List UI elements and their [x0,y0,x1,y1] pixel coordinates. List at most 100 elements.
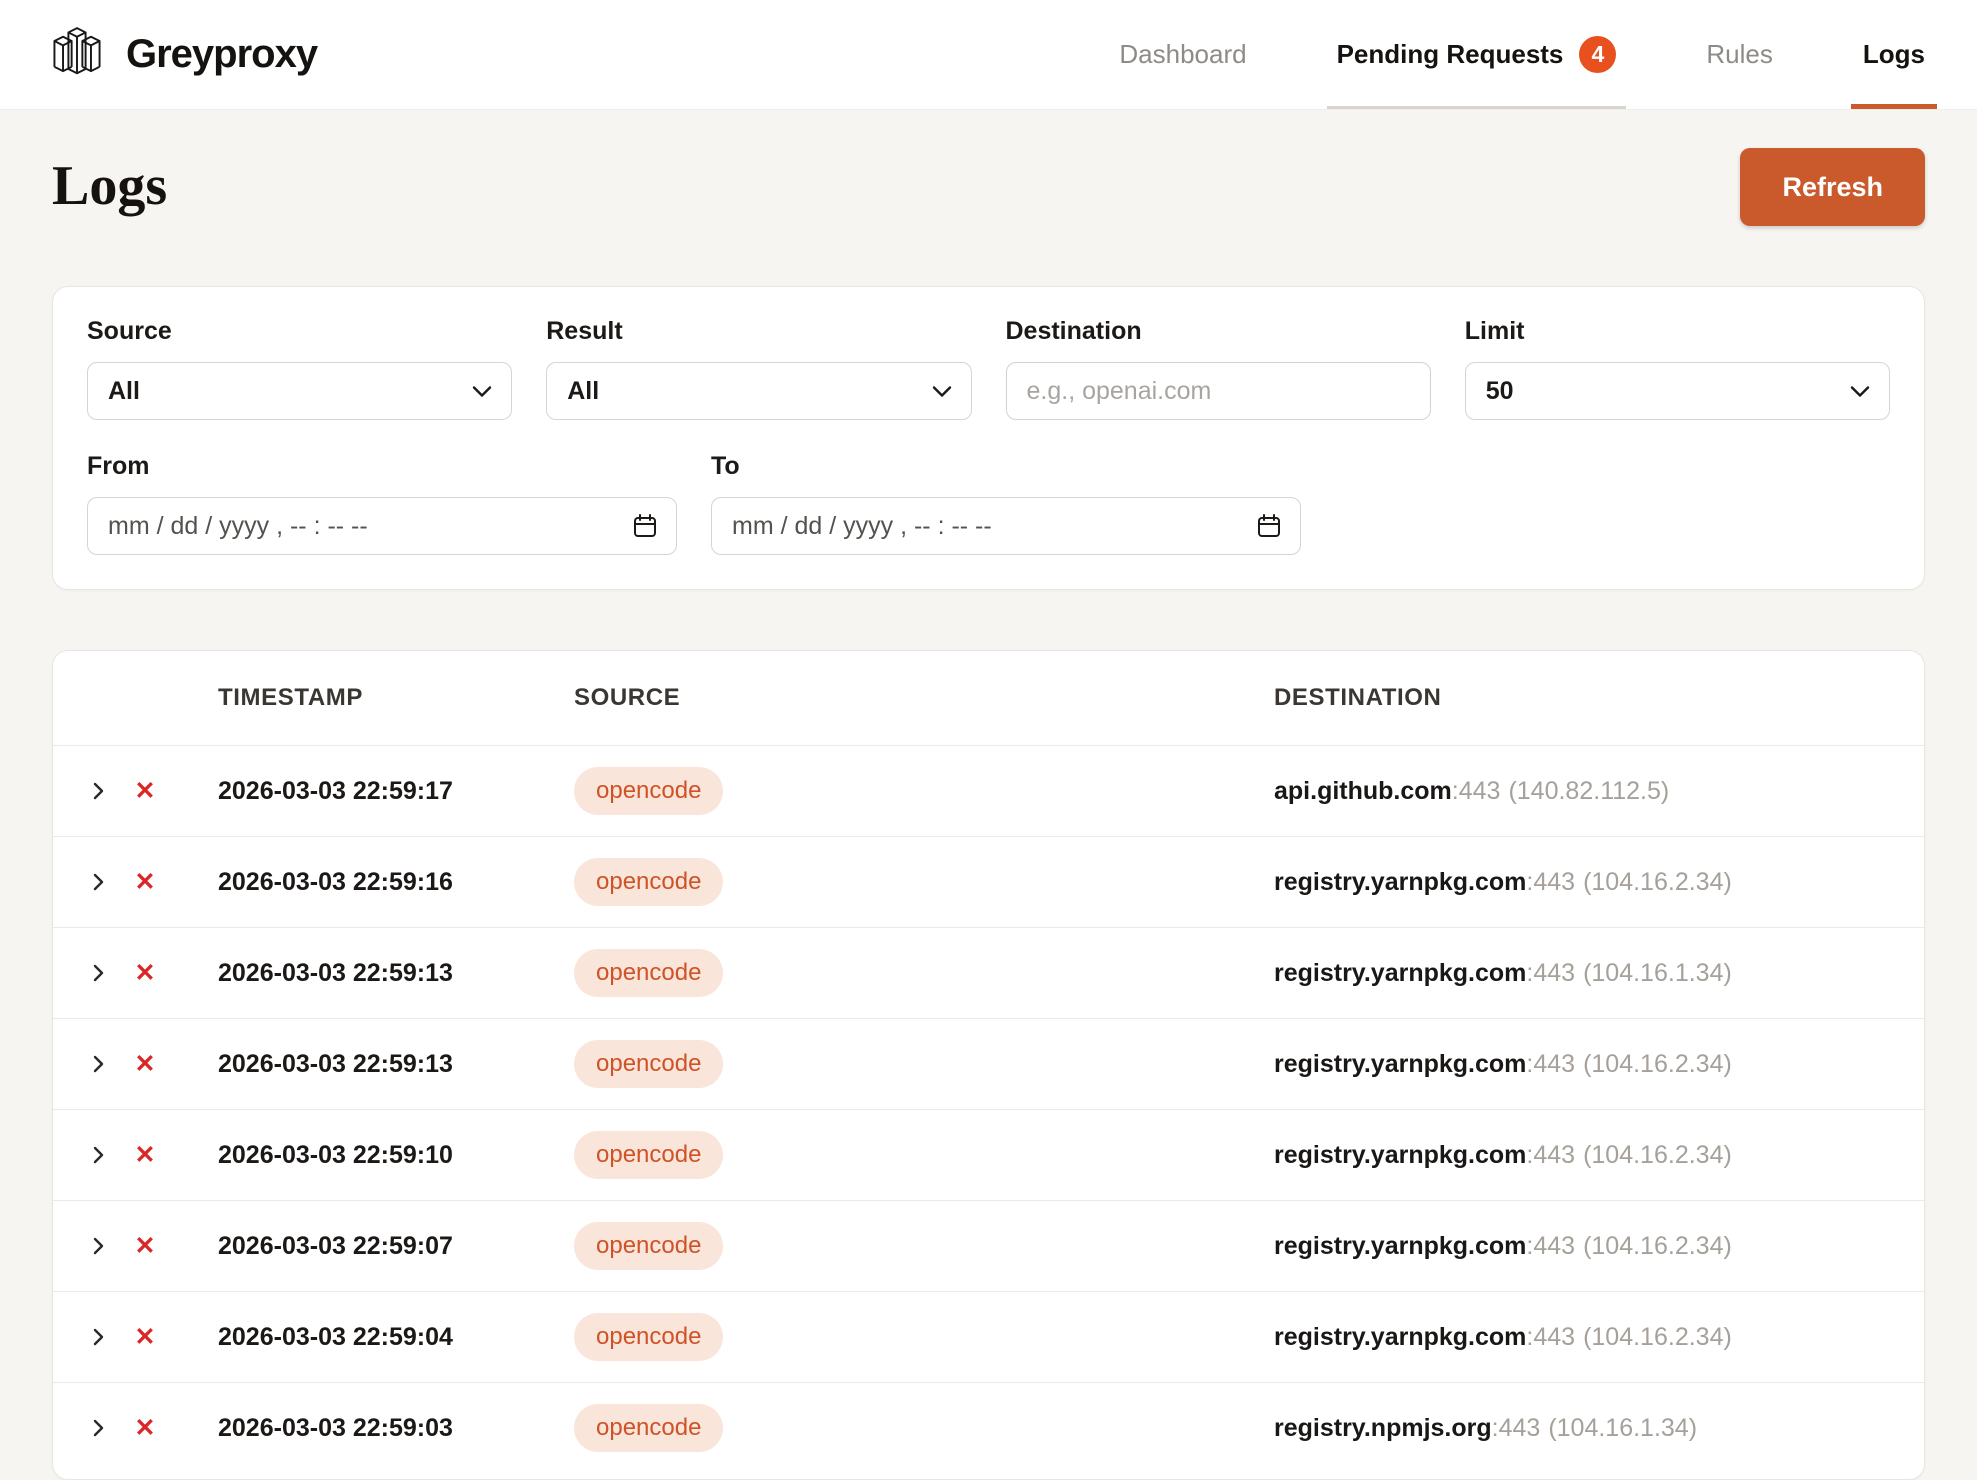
log-destination: registry.npmjs.org:443(104.16.1.34) [1274,1414,1924,1443]
delete-row-button[interactable]: ✕ [121,776,169,806]
table-row: ✕ 2026-03-03 22:59:10 opencode registry.… [53,1109,1924,1200]
main-nav: Dashboard Pending Requests 4 Rules Logs [1029,0,1925,109]
source-badge: opencode [574,1131,723,1179]
source-badge: opencode [574,1040,723,1088]
destination-ip: (140.82.112.5) [1508,777,1669,805]
nav-pending-requests[interactable]: Pending Requests 4 [1337,0,1617,109]
destination-ip: (104.16.2.34) [1583,1232,1732,1260]
log-timestamp: 2026-03-03 22:59:13 [169,959,574,988]
log-destination: registry.yarnpkg.com:443(104.16.2.34) [1274,1141,1924,1170]
from-datetime-input[interactable]: mm / dd / yyyy , -- : -- -- [87,497,677,555]
destination-ip: (104.16.2.34) [1583,1323,1732,1351]
delete-row-button[interactable]: ✕ [121,1413,169,1443]
destination-host: registry.npmjs.org [1274,1414,1492,1442]
filter-result: Result All [546,317,971,420]
log-destination: registry.yarnpkg.com:443 (104.16.2.34) [1274,1232,1924,1261]
destination-host: api.github.com [1274,777,1452,805]
calendar-icon [632,513,658,539]
nav-logs-label: Logs [1863,39,1925,70]
destination-port: :443 [1526,1141,1575,1169]
table-row: ✕ 2026-03-03 22:59:07 opencode registry.… [53,1200,1924,1291]
nav-dashboard-label: Dashboard [1119,39,1246,70]
log-timestamp: 2026-03-03 22:59:03 [169,1414,574,1443]
chevron-right-icon [87,1144,109,1166]
expand-row-button[interactable] [75,1144,121,1166]
refresh-button[interactable]: Refresh [1740,148,1925,226]
nav-pending-requests-label: Pending Requests [1337,39,1564,70]
expand-row-button[interactable] [75,1326,121,1348]
table-row: ✕ 2026-03-03 22:59:17 opencode api.githu… [53,745,1924,836]
destination-port: :443 [1452,777,1501,805]
limit-select[interactable]: 50 [1465,362,1890,420]
expand-row-button[interactable] [75,962,121,984]
delete-row-button[interactable]: ✕ [121,1231,169,1261]
filter-to: To mm / dd / yyyy , -- : -- -- [711,452,1301,555]
log-destination: registry.yarnpkg.com:443(104.16.2.34) [1274,868,1924,897]
limit-label: Limit [1465,317,1890,346]
destination-input[interactable] [1006,362,1431,420]
destination-ip: (104.16.2.34) [1583,868,1732,896]
destination-port: :443 [1526,959,1575,987]
result-label: Result [546,317,971,346]
log-timestamp: 2026-03-03 22:59:17 [169,777,574,806]
chevron-right-icon [87,780,109,802]
destination-ip: (104.16.2.34) [1583,1050,1732,1078]
destination-port: :443 [1492,1414,1541,1442]
brand-name: Greyproxy [126,32,317,77]
log-destination: registry.yarnpkg.com:443 (104.16.2.34) [1274,1050,1924,1079]
source-badge: opencode [574,1222,723,1270]
log-timestamp: 2026-03-03 22:59:07 [169,1232,574,1261]
source-label: Source [87,317,512,346]
destination-host: registry.yarnpkg.com [1274,1050,1526,1078]
expand-row-button[interactable] [75,1235,121,1257]
source-badge: opencode [574,1404,723,1452]
destination-host: registry.yarnpkg.com [1274,1141,1526,1169]
delete-row-button[interactable]: ✕ [121,958,169,988]
source-badge: opencode [574,1313,723,1361]
page-title: Logs [52,156,167,218]
chevron-right-icon [87,962,109,984]
destination-host: registry.yarnpkg.com [1274,959,1526,987]
destination-host: registry.yarnpkg.com [1274,1232,1526,1260]
expand-row-button[interactable] [75,871,121,893]
source-badge: opencode [574,949,723,997]
destination-label: Destination [1006,317,1431,346]
log-timestamp: 2026-03-03 22:59:13 [169,1050,574,1079]
from-datetime-value: mm / dd / yyyy , -- : -- -- [108,512,368,541]
nav-logs[interactable]: Logs [1863,0,1925,109]
app-header: Greyproxy Dashboard Pending Requests 4 R… [0,0,1977,110]
destination-ip: (104.16.1.34) [1583,959,1732,987]
logs-page: Logs Refresh Source All Result [0,148,1977,1480]
expand-row-button[interactable] [75,780,121,802]
nav-rules[interactable]: Rules [1706,0,1772,109]
delete-row-button[interactable]: ✕ [121,867,169,897]
column-header-timestamp: TIMESTAMP [169,684,574,712]
from-label: From [87,452,677,481]
result-select[interactable]: All [546,362,971,420]
source-select[interactable]: All [87,362,512,420]
column-header-source: SOURCE [574,684,1274,712]
destination-ip: (104.16.1.34) [1548,1414,1697,1442]
log-destination: api.github.com:443(140.82.112.5) [1274,777,1924,806]
to-label: To [711,452,1301,481]
filter-destination: Destination [1006,317,1431,420]
filter-limit: Limit 50 [1465,317,1890,420]
table-row: ✕ 2026-03-03 22:59:04 opencode registry.… [53,1291,1924,1382]
nav-dashboard[interactable]: Dashboard [1119,0,1246,109]
table-row: ✕ 2026-03-03 22:59:13 opencode registry.… [53,927,1924,1018]
logs-table: TIMESTAMP SOURCE DESTINATION ✕ 2026-03-0… [52,650,1925,1480]
nav-rules-label: Rules [1706,39,1772,70]
log-destination: registry.yarnpkg.com:443 (104.16.1.34) [1274,959,1924,988]
chevron-right-icon [87,1053,109,1075]
destination-port: :443 [1526,868,1575,896]
filters-panel: Source All Result All [52,286,1925,590]
destination-port: :443 [1526,1232,1575,1260]
expand-row-button[interactable] [75,1417,121,1439]
to-datetime-input[interactable]: mm / dd / yyyy , -- : -- -- [711,497,1301,555]
log-destination: registry.yarnpkg.com:443(104.16.2.34) [1274,1323,1924,1352]
delete-row-button[interactable]: ✕ [121,1049,169,1079]
destination-port: :443 [1526,1050,1575,1078]
delete-row-button[interactable]: ✕ [121,1140,169,1170]
expand-row-button[interactable] [75,1053,121,1075]
delete-row-button[interactable]: ✕ [121,1322,169,1352]
